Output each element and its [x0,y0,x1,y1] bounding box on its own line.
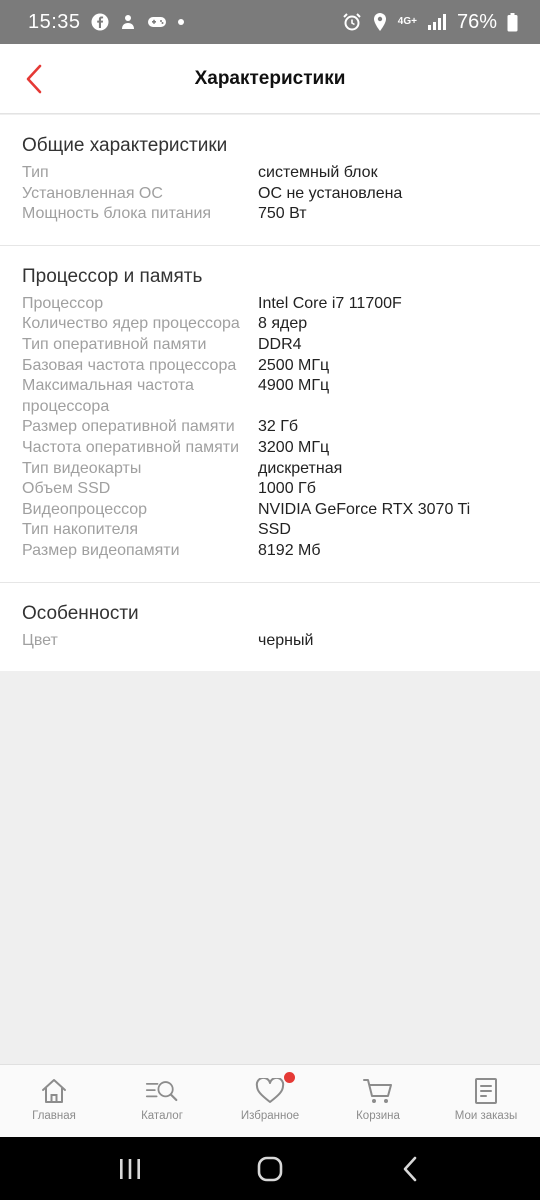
nav-label: Корзина [356,1110,400,1122]
bottom-nav: Главная Каталог Избранное Корзина Мои за… [0,1064,540,1137]
app-notification-icon [119,13,137,31]
facebook-icon [91,13,109,31]
spec-row: Частота оперативной памяти 3200 МГц [22,438,518,459]
spec-value: системный блок [258,164,378,181]
nav-item-cart[interactable]: Корзина [324,1065,432,1137]
spec-value: 3200 МГц [258,438,330,456]
spec-row: Размер оперативной памяти 32 Гб [22,417,518,438]
dot-icon [177,18,185,26]
spec-row: Тип видеокарты дискретная [22,459,518,480]
orders-icon [469,1076,503,1106]
spec-label: Максимальная частота процессора [22,377,194,415]
spec-value: NVIDIA GeForce RTX 3070 Ti [258,500,471,518]
spec-value: черный [258,631,314,649]
spec-row: Цвет черный [22,631,518,652]
spec-row: Максимальная частота процессора 4900 МГц [22,376,518,417]
nav-label: Каталог [141,1110,183,1122]
spec-label: Установленная ОС [22,184,163,202]
location-icon [372,12,388,32]
gamepad-icon [147,14,167,30]
home-icon [37,1076,71,1106]
section-title: Особенности [22,602,139,624]
spec-row: Тип оперативной памяти DDR4 [22,335,518,356]
chevron-left-icon [26,64,42,94]
spec-value: DDR4 [258,335,302,353]
spec-label: Тип оперативной памяти [22,335,207,353]
spec-label: Объем SSD [22,480,111,498]
spec-label: Тип видеокарты [22,459,142,477]
spec-row: Тип системный блок [22,163,518,184]
cart-icon [361,1076,395,1106]
spec-label: Размер видеопамяти [22,541,180,559]
status-bar: 15:35 4G+ 76% [0,0,540,44]
spec-label: Тип накопителя [22,521,139,539]
spec-label: Видеопроцессор [22,500,148,518]
spec-label: Цвет [22,631,58,649]
battery-percent: 76% [456,10,497,33]
spec-label: Процессор [22,294,104,312]
favorites-badge-dot [284,1072,295,1083]
nav-item-orders[interactable]: Мои заказы [432,1065,540,1137]
back-arrow-icon [403,1156,417,1181]
nav-label: Мои заказы [454,1110,518,1122]
home-circle-icon [257,1156,283,1181]
system-back-button[interactable] [380,1144,440,1194]
recent-apps-icon [120,1158,140,1179]
spec-value: Intel Core i7 11700F [258,294,402,312]
nav-label: Избранное [240,1110,300,1122]
spec-value: SSD [258,521,291,539]
page-header: Характеристики [0,44,540,114]
status-time: 15:35 [28,10,81,33]
nav-item-home[interactable]: Главная [0,1065,108,1137]
page-title: Характеристики [194,67,346,89]
section-general: Общие характеристики Тип системный блок … [0,115,540,246]
specs-content: Общие характеристики Тип системный блок … [0,115,540,672]
spec-label: Тип [22,164,49,181]
spec-row: Количество ядер процессора 8 ядер [22,314,518,335]
back-button[interactable] [14,59,54,99]
system-nav-bar [0,1137,540,1200]
alarm-icon [342,12,362,32]
signal-icon [427,13,447,31]
home-system-button[interactable] [240,1144,300,1194]
spec-label: Размер оперативной памяти [22,418,235,436]
spec-value: 4900 МГц [258,377,330,395]
nav-item-catalog[interactable]: Каталог [108,1065,216,1137]
spec-value: дискретная [258,459,343,477]
spec-value: 32 Гб [258,418,299,436]
spec-value: 750 Вт [258,205,307,223]
section-title: Процессор и память [22,265,203,287]
battery-icon [507,12,518,32]
spec-row: Тип накопителя SSD [22,520,518,541]
spec-row: Установленная ОС ОС не установлена [22,184,518,205]
spec-row: Объем SSD 1000 Гб [22,479,518,500]
spec-row: Мощность блока питания 750 Вт [22,204,518,225]
network-type-label: 4G+ [397,16,417,27]
heart-icon [253,1072,295,1106]
spec-row: Размер видеопамяти 8192 Мб [22,541,518,562]
section-title: Общие характеристики [22,135,228,156]
section-cpu-memory: Процессор и память Процессор Intel Core … [0,246,540,583]
spec-value: 2500 МГц [258,356,330,374]
spec-value: ОС не установлена [258,184,403,202]
spec-label: Мощность блока питания [22,205,212,223]
nav-label: Главная [32,1110,76,1122]
spec-value: 1000 Гб [258,480,316,498]
spec-value: 8192 Мб [258,541,321,559]
nav-item-favorites[interactable]: Избранное [216,1065,324,1137]
catalog-search-icon [145,1076,179,1106]
section-features: Особенности Цвет черный [0,583,540,672]
recent-apps-button[interactable] [100,1144,160,1194]
spec-label: Количество ядер процессора [22,315,240,333]
spec-row: Процессор Intel Core i7 11700F [22,294,518,315]
spec-row: Базовая частота процессора 2500 МГц [22,356,518,377]
spec-value: 8 ядер [258,315,308,333]
spec-label: Базовая частота процессора [22,356,237,374]
spec-row: Видеопроцессор NVIDIA GeForce RTX 3070 T… [22,500,518,521]
spec-label: Частота оперативной памяти [22,438,240,456]
